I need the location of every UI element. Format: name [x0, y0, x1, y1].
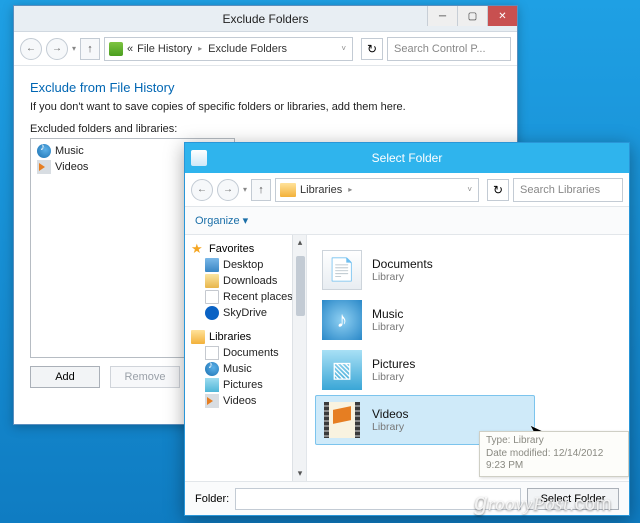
documents-icon: 📄: [322, 250, 362, 290]
dialog-footer: Folder: Select Folder: [185, 481, 629, 515]
library-item-pictures[interactable]: ▧PicturesLibrary: [315, 345, 535, 395]
folder-icon: [205, 274, 219, 288]
close-icon[interactable]: ✕: [487, 6, 517, 26]
videos-icon: [322, 400, 362, 440]
history-dropdown-icon[interactable]: ▾: [243, 185, 247, 194]
sidebar-item[interactable]: Documents: [191, 345, 304, 361]
up-button[interactable]: ↑: [251, 179, 271, 201]
pictures-icon: ▧: [322, 350, 362, 390]
remove-button: Remove: [110, 366, 180, 388]
breadcrumb-seg[interactable]: Exclude Folders: [208, 43, 287, 55]
sidebar-item[interactable]: Recent places: [191, 289, 304, 305]
folder-icon: [205, 362, 219, 376]
library-item-documents[interactable]: 📄DocumentsLibrary: [315, 245, 535, 295]
library-item-videos[interactable]: VideosLibrary: [315, 395, 535, 445]
star-icon: ★: [191, 242, 205, 256]
select-folder-dialog: Select Folder ← → ▾ ↑ Libraries ▸ ˅ ↻ Se…: [184, 142, 630, 516]
forward-button[interactable]: →: [217, 179, 239, 201]
sidebar-item[interactable]: SkyDrive: [191, 305, 304, 321]
breadcrumb[interactable]: « File History ▸ Exclude Folders ˅: [104, 37, 353, 61]
select-folder-button[interactable]: Select Folder: [527, 488, 619, 510]
win1-titlebar[interactable]: Exclude Folders ─ ▢ ✕: [14, 6, 517, 32]
folder-name-input[interactable]: [235, 488, 521, 510]
folder-icon: [37, 160, 51, 174]
sidebar-favorites-header[interactable]: ★ Favorites: [191, 241, 304, 257]
libraries-icon: [280, 183, 296, 197]
organize-menu[interactable]: Organize▾: [195, 214, 248, 227]
page-description: If you don't want to save copies of spec…: [30, 101, 501, 113]
folder-icon: [205, 378, 219, 392]
sidebar-item[interactable]: Pictures: [191, 377, 304, 393]
forward-button[interactable]: →: [46, 38, 68, 60]
sidebar-item[interactable]: Desktop: [191, 257, 304, 273]
refresh-button[interactable]: ↻: [487, 179, 509, 201]
scrollbar[interactable]: ▴ ▾: [292, 235, 307, 481]
win1-navbar: ← → ▾ ↑ « File History ▸ Exclude Folders…: [14, 32, 517, 66]
sidebar: ★ Favorites DesktopDownloadsRecent place…: [185, 235, 307, 481]
page-heading: Exclude from File History: [30, 80, 501, 95]
back-button[interactable]: ←: [20, 38, 42, 60]
library-item-music[interactable]: ♪MusicLibrary: [315, 295, 535, 345]
folder-icon: [205, 394, 219, 408]
sidebar-item[interactable]: Videos: [191, 393, 304, 409]
folder-icon: [37, 144, 51, 158]
scroll-thumb[interactable]: [296, 256, 305, 316]
list-label: Excluded folders and libraries:: [30, 123, 501, 135]
breadcrumb-seg[interactable]: Libraries: [300, 184, 342, 196]
libraries-icon: [191, 330, 205, 344]
folder-icon: [205, 258, 219, 272]
maximize-icon[interactable]: ▢: [457, 6, 487, 26]
music-icon: ♪: [322, 300, 362, 340]
search-input[interactable]: Search Control P...: [387, 37, 511, 61]
back-button[interactable]: ←: [191, 179, 213, 201]
sidebar-libraries-header[interactable]: Libraries: [191, 329, 304, 345]
refresh-button[interactable]: ↻: [361, 38, 383, 60]
scroll-up-icon: ▴: [298, 237, 303, 248]
scroll-down-icon: ▾: [298, 468, 303, 479]
folder-icon: [205, 290, 219, 304]
search-input[interactable]: Search Libraries: [513, 178, 623, 202]
add-button[interactable]: Add: [30, 366, 100, 388]
win2-navbar: ← → ▾ ↑ Libraries ▸ ˅ ↻ Search Libraries: [185, 173, 629, 207]
breadcrumb[interactable]: Libraries ▸ ˅: [275, 178, 479, 202]
sidebar-item[interactable]: Downloads: [191, 273, 304, 289]
history-dropdown-icon[interactable]: ▾: [72, 44, 76, 53]
control-panel-icon: [109, 42, 123, 56]
toolbar: Organize▾: [185, 207, 629, 235]
dialog-icon: [191, 150, 207, 166]
library-view[interactable]: 📄DocumentsLibrary♪MusicLibrary▧PicturesL…: [307, 235, 629, 481]
breadcrumb-seg[interactable]: File History: [137, 43, 192, 55]
up-button[interactable]: ↑: [80, 38, 100, 60]
chevron-down-icon: ▾: [243, 214, 249, 227]
folder-field-label: Folder:: [195, 493, 229, 505]
minimize-icon[interactable]: ─: [427, 6, 457, 26]
folder-icon: [205, 306, 219, 320]
folder-icon: [205, 346, 219, 360]
win2-titlebar[interactable]: Select Folder: [185, 143, 629, 173]
sidebar-item[interactable]: Music: [191, 361, 304, 377]
win2-title: Select Folder: [372, 151, 443, 165]
win1-title: Exclude Folders: [222, 12, 308, 26]
